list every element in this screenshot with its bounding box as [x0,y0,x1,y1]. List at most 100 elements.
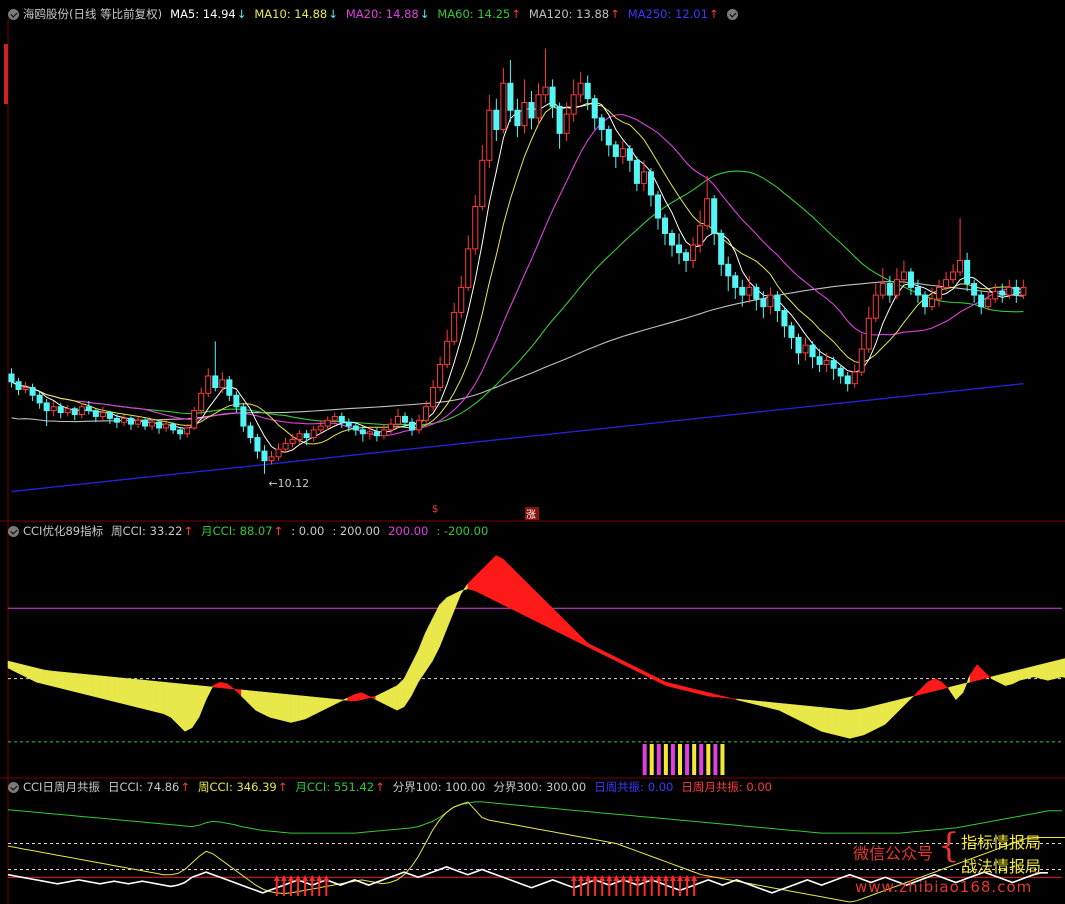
cci-fill-segment [128,678,136,708]
cci-fill-segment [1054,658,1063,679]
cci-fill-segment [1026,665,1034,679]
settings-dot-icon[interactable] [8,525,19,537]
cci-fill-segment [85,674,94,697]
candle-body [296,433,303,441]
candle-body [1013,286,1020,296]
cci_legend-item-5: : -200.00 [436,524,489,538]
candle-body [71,408,78,415]
candle-body [964,259,971,285]
cci-fill-segment [57,671,65,690]
candle-body [99,412,106,417]
cci-fill-segment [488,554,497,602]
signal-mark-zhang: 涨 [526,509,536,521]
resonance-legend: CCI日周月共振 日CCI: 74.86↑ 周CCI: 346.39↑ 月CCI: … [8,779,780,795]
price-legend: 海鸥股份(日线 等比前复权) MA5: 14.94↓ MA10: 14.88↓ MA… [8,6,742,22]
candle-body [78,406,85,415]
candle-body [739,286,746,296]
candle-body [767,294,774,308]
candle-body [472,206,479,250]
cci-fill-segment [814,706,822,732]
cci-fill-segment [120,677,129,706]
cci_legend-item-1: 月CCI: 88.07↑ [201,524,284,538]
candle-body [528,102,535,119]
settings-dot-icon[interactable] [8,8,19,20]
settings-dot-icon[interactable] [726,8,738,20]
candle-body [690,244,697,261]
cci-fill-segment [495,555,504,606]
res_legend-arrow-0: ↑ [180,780,190,794]
candle-body [331,415,338,421]
res_legend-item-5: 日周共振: 0.00 [594,780,674,794]
cci-fill-segment [269,692,278,720]
candle-body [163,423,170,429]
cci-signal-bar [699,744,704,775]
cci-fill-segment [524,579,532,620]
cci_legend-item-2: : 0.00 [291,524,325,538]
candle-body [85,406,92,412]
candle-body [900,271,907,281]
candle-body [240,406,247,427]
watermark-brace-icon: { [938,826,960,866]
candle-body [914,286,921,296]
candle-body [753,286,760,300]
candle-body [219,379,226,389]
cci-fill-segment [389,685,398,711]
price_legend-item-1: MA10: 14.88↓ [254,7,338,21]
candle-body [668,232,676,246]
candle-body [626,148,633,161]
candle-body [134,419,142,425]
cci-signal-bar [670,744,675,775]
cci_legend-arrow-0: ↑ [183,524,194,538]
cci-fill-segment [184,683,193,732]
candle-body [549,86,556,107]
candle-body [858,348,865,373]
signal-mark-dollar: $ [432,504,438,515]
candle-body [781,310,788,327]
candle-body [430,387,437,408]
cci-fill-segment [828,707,836,736]
cci-fill-segment [177,683,186,732]
candle-body [170,423,177,431]
candle-body [141,419,149,427]
cci_legend-item-3: : 200.00 [332,524,381,538]
cci-fill-segment [1047,660,1056,681]
cci-signal-bar [649,744,654,775]
candle-body [535,94,542,119]
candle-body [500,82,507,130]
candle-body [893,279,900,296]
candle-body [992,290,999,300]
res_legend-item-3: 分界100: 100.00 [392,780,486,794]
candle-body [275,448,282,458]
candle-body [127,417,134,425]
candle-body [50,406,57,412]
cci-fill-segment [64,671,72,692]
low-price-label: ←10.12 [268,477,309,490]
candle-body [338,415,345,423]
candle-body [1006,286,1013,296]
candle-body [865,317,872,350]
candle-body [697,225,704,246]
settings-dot-icon[interactable] [8,781,19,793]
cci-fill-segment [842,709,851,739]
candle-body [177,429,184,435]
price_legend-item-5: MA250: 12.01↑ [627,7,719,21]
cci-fill-segment [92,674,101,699]
cci-fill-segment [502,558,511,609]
candle-body [444,340,451,365]
cci-fill-segment [36,667,44,685]
candle-body [22,387,29,390]
candle-body [985,298,992,308]
candle-body [928,298,936,308]
cci-fill-segment [170,682,179,725]
cci-fill-segment [517,572,525,616]
candle-body [465,248,472,288]
cci-legend: CCI优化89指标 周CCI: 33.22↑ 月CCI: 88.07↑: 0.00… [8,523,496,539]
cci_legend-item-4: 200.00 [388,524,429,538]
price_legend-arrow-0: ↓ [236,7,247,21]
candle-body [612,144,619,157]
price_legend-item-3: MA60: 14.25↑ [437,7,521,21]
candle-body [394,415,402,425]
cci-fill-segment [71,672,79,693]
candle-body [605,128,612,146]
candle-body [387,423,394,431]
